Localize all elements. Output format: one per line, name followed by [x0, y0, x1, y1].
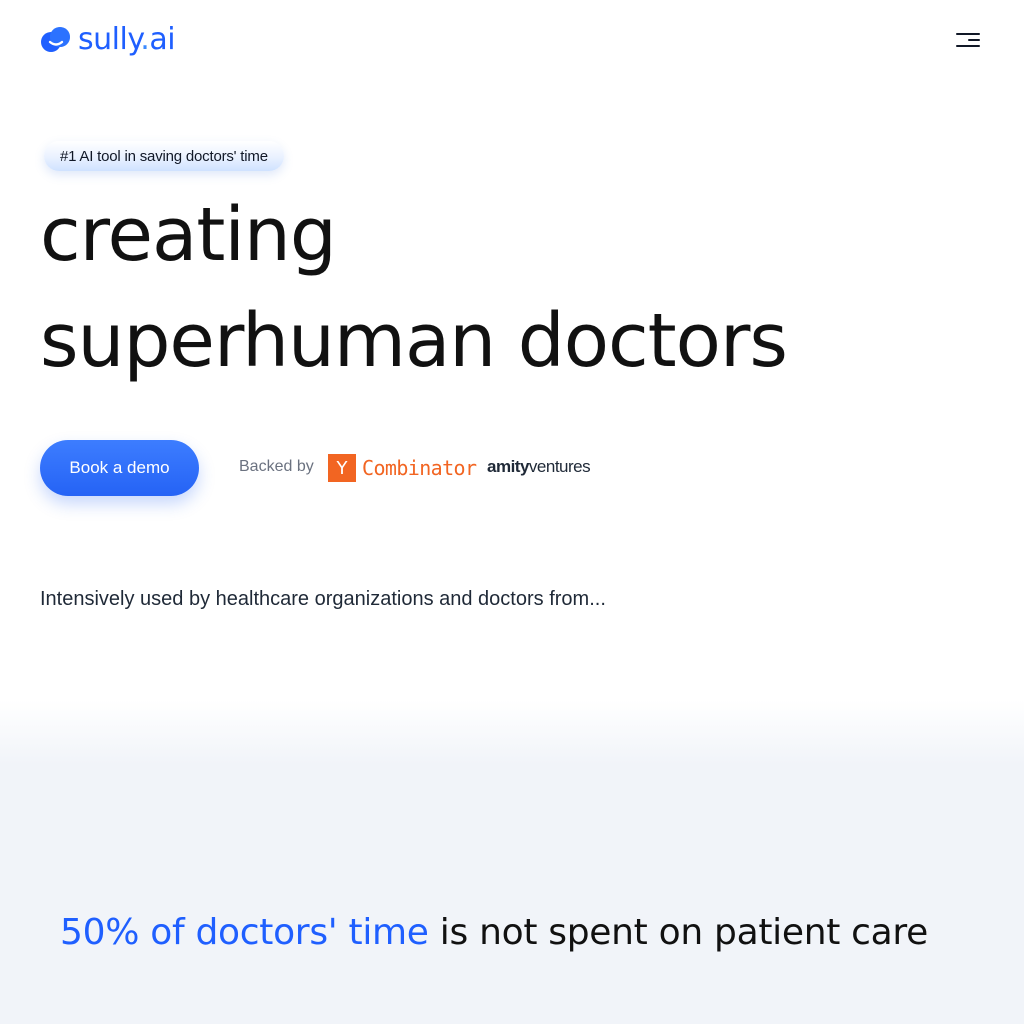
used-by-text: Intensively used by healthcare organizat… [40, 588, 606, 610]
book-demo-button[interactable]: Book a demo [40, 440, 199, 496]
menu-line [968, 39, 980, 41]
site-header: sully.ai [40, 24, 984, 56]
cta-row: Book a demo Backed by Y Combinator amity… [40, 440, 980, 496]
logo-tld: ai [149, 22, 176, 57]
menu-line [956, 33, 980, 35]
stat-highlight: 50% of doctors' time [60, 912, 429, 953]
y-combinator-logo: Y Combinator [328, 454, 477, 482]
hamburger-menu-icon[interactable] [956, 31, 980, 49]
headline-line-1: creating [40, 192, 337, 278]
logo-name: sully [78, 22, 141, 57]
menu-line [956, 45, 980, 47]
logo-dot: . [140, 22, 150, 57]
backed-by-label: Backed by [239, 458, 314, 475]
yc-mark: Y [328, 454, 356, 482]
headline-line-2: superhuman doctors [40, 298, 788, 384]
logo-link[interactable]: sully.ai [40, 22, 176, 57]
yc-wordmark: Combinator [362, 456, 477, 480]
hero-headline: creating superhuman doctors [40, 182, 788, 394]
stat-headline: 50% of doctors' time is not spent on pat… [60, 912, 928, 953]
logo-wordmark: sully.ai [78, 22, 176, 57]
stat-rest: is not spent on patient care [428, 912, 928, 953]
amity-wordmark-bold: amity [487, 457, 529, 476]
hero-badge: #1 AI tool in saving doctors' time [44, 141, 284, 171]
sully-logo-icon [41, 27, 70, 52]
amity-wordmark-light: ventures [528, 457, 591, 476]
stats-section [0, 700, 1024, 1024]
amity-ventures-logo: amityventures [487, 457, 591, 477]
